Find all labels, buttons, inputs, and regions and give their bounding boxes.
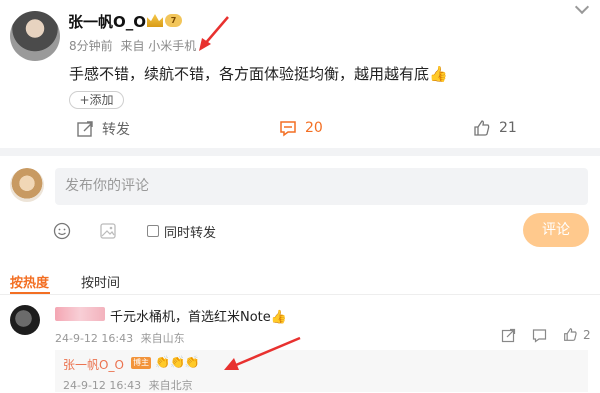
author-avatar[interactable] (10, 11, 60, 61)
post-meta: 8分钟前 来自 小米手机 (69, 37, 196, 54)
post-source: 来自 小米手机 (120, 39, 197, 53)
comment-icon (280, 121, 296, 137)
repost-label: 转发 (102, 122, 130, 138)
author-name[interactable]: 张一帆O_O (68, 11, 146, 32)
commenter-avatar[interactable] (10, 305, 40, 335)
also-repost-label[interactable]: 同时转发 (164, 222, 216, 241)
comment-location: 来自山东 (140, 332, 185, 345)
post-time[interactable]: 8分钟前 (69, 39, 113, 53)
image-icon[interactable] (99, 222, 117, 240)
also-repost-checkbox[interactable] (147, 225, 159, 237)
share-icon[interactable] (501, 328, 516, 343)
comment-button[interactable]: 20 (279, 119, 323, 137)
tab-sort-time[interactable]: 按时间 (81, 272, 120, 291)
reply-icon[interactable] (532, 328, 547, 343)
reply-meta: 24-9-12 16:43 来自北京 (63, 377, 193, 393)
comment-input[interactable]: 发布你的评论 (55, 168, 588, 205)
comment-count: 20 (305, 120, 323, 136)
reply-text: 👏👏👏 (155, 355, 200, 369)
reply-author[interactable]: 张一帆O_O (63, 356, 124, 373)
like-icon (564, 328, 577, 341)
annotation-arrow (199, 16, 229, 51)
add-tag-button[interactable]: +添加 (69, 91, 124, 109)
current-user-avatar (10, 168, 44, 202)
comment-text: 千元水桶机，首选红米Note👍 (110, 310, 287, 325)
tab-sort-hot[interactable]: 按热度 (10, 272, 49, 291)
comment-like-count: 2 (583, 327, 591, 342)
emoji-icon[interactable] (53, 222, 71, 240)
submit-comment-button[interactable]: 评论 (523, 213, 589, 247)
comment-like-button[interactable]: 2 (563, 327, 591, 342)
tab-divider (0, 294, 600, 295)
vip-badge[interactable]: 7 (147, 13, 183, 28)
comment-meta: 24-9-12 16:43 来自山东 (55, 330, 185, 346)
post-content: 手感不错，续航不错，各方面体验挺均衡，越用越有底👍 (69, 65, 448, 83)
vip-level: 7 (165, 14, 182, 27)
like-icon (474, 120, 490, 136)
crown-icon (147, 14, 163, 27)
section-divider (0, 148, 600, 156)
like-button[interactable]: 21 (473, 119, 517, 137)
chevron-down-icon[interactable] (574, 0, 590, 15)
repost-icon (77, 121, 93, 137)
like-count: 21 (499, 120, 517, 136)
repost-button[interactable]: 转发 (76, 119, 130, 139)
reply-location: 来自北京 (148, 379, 193, 392)
comment-date: 24-9-12 16:43 (55, 332, 134, 345)
author-badge: 博主 (131, 357, 151, 369)
reply-date: 24-9-12 16:43 (63, 379, 142, 392)
commenter-name-redacted (55, 307, 105, 321)
